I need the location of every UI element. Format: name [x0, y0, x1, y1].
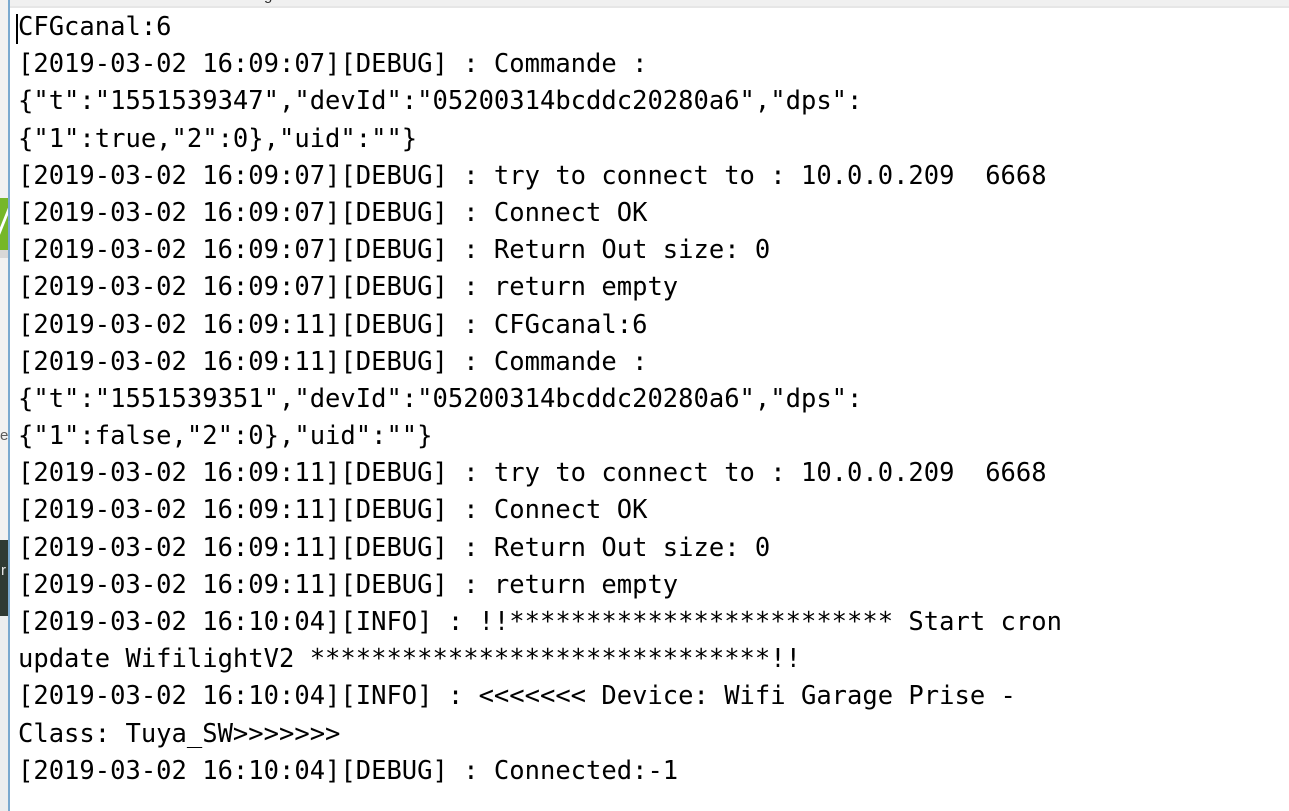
log-line: {"1":false,"2":0},"uid":""}: [18, 421, 433, 452]
menu-item-help[interactable]: ?: [303, 0, 311, 4]
log-line: {"1":true,"2":0},"uid":""}: [18, 123, 418, 154]
menu-item-edition[interactable]: Edition: [81, 0, 127, 4]
log-line: [2019-03-02 16:10:04][INFO] : !!********…: [18, 607, 1062, 637]
log-line: [2019-03-02 16:09:11][DEBUG] : Return Ou…: [18, 532, 771, 563]
log-line: [2019-03-02 16:09:07][DEBUG] : try to co…: [18, 160, 1047, 191]
log-line: {"t":"1551539347","devId":"05200314bcddc…: [18, 86, 863, 117]
log-line: [2019-03-02 16:10:04][INFO] : <<<<<<< De…: [18, 681, 1016, 712]
log-line: {"t":"1551539351","devId":"05200314bcddc…: [18, 383, 863, 414]
log-line: [2019-03-02 16:09:11][DEBUG] : Commande …: [18, 346, 648, 377]
log-line: [2019-03-02 16:09:11][DEBUG] : return em…: [18, 569, 679, 600]
log-line-list: CFGcanal:6 [2019-03-02 16:09:07][DEBUG] :…: [18, 9, 1280, 790]
menu-item-affichage[interactable]: Affichage: [218, 0, 280, 4]
log-line: update WifilightV2 *********************…: [18, 644, 801, 675]
log-line: [2019-03-02 16:09:07][DEBUG] : return em…: [18, 272, 679, 303]
log-text-area[interactable]: CFGcanal:6 [2019-03-02 16:09:07][DEBUG] :…: [10, 9, 1289, 811]
background-dark-panel-text-fragment: r: [1, 562, 6, 579]
log-line: [2019-03-02 16:09:07][DEBUG] : Connect O…: [18, 197, 648, 228]
log-line: [2019-03-02 16:09:11][DEBUG] : CFGcanal:…: [18, 309, 648, 340]
log-line: [2019-03-02 16:09:07][DEBUG] : Commande …: [18, 49, 648, 80]
menu-item-format[interactable]: Format: [149, 0, 197, 4]
log-line: [2019-03-02 16:09:07][DEBUG] : Return Ou…: [18, 235, 771, 266]
menu-item-fichier[interactable]: Fichier: [14, 0, 59, 4]
log-line: Class: Tuya_SW>>>>>>>: [18, 718, 341, 749]
window-top-edge-divider: [10, 6, 1289, 8]
log-line: [2019-03-02 16:09:11][DEBUG] : Connect O…: [18, 495, 648, 526]
log-line: CFGcanal:6: [18, 12, 172, 42]
notepad-window: Fichier Edition Format Affichage ? CFGca…: [8, 0, 1289, 811]
log-line: [2019-03-02 16:10:04][DEBUG] : Connected…: [18, 755, 679, 786]
log-line: [2019-03-02 16:09:11][DEBUG] : try to co…: [18, 458, 1047, 489]
